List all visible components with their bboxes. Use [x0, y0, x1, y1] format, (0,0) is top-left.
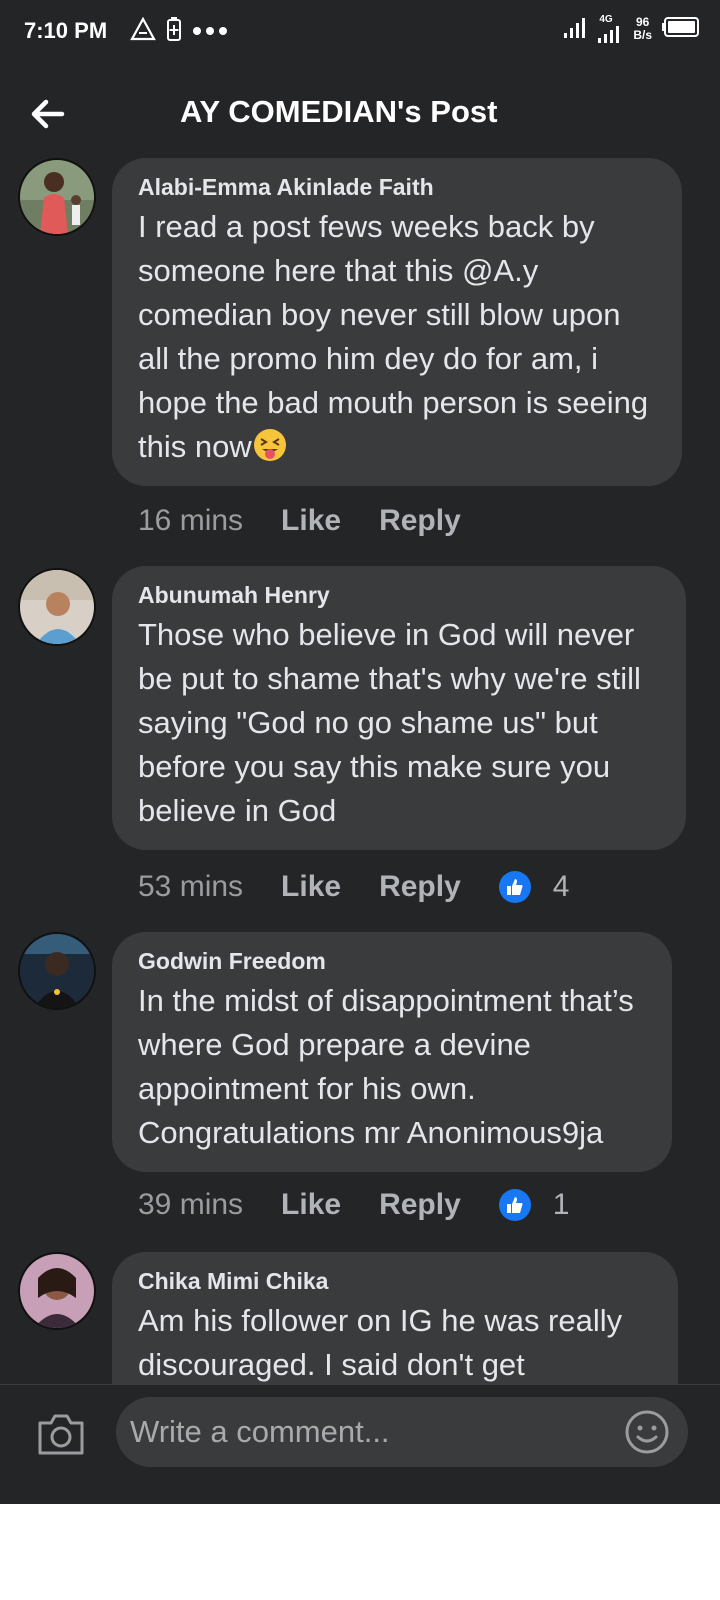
like-button[interactable]: Like [281, 1188, 341, 1222]
emoji-smiley-icon[interactable] [624, 1409, 670, 1455]
alert-triangle-icon [130, 16, 156, 46]
comment-meta: 53 mins Like Reply 4 [138, 870, 569, 904]
comment-author[interactable]: Abunumah Henry [138, 582, 660, 609]
comment-bubble[interactable]: Abunumah Henry Those who believe in God … [112, 566, 686, 850]
avatar[interactable] [18, 932, 96, 1010]
reply-button[interactable]: Reply [379, 870, 461, 904]
avatar[interactable] [18, 1252, 96, 1330]
back-arrow-icon[interactable] [26, 92, 70, 136]
comment-time[interactable]: 39 mins [138, 1188, 243, 1222]
avatar[interactable] [18, 568, 96, 646]
network-speed: 96 B/s [633, 15, 652, 42]
comment-composer: Write a comment... [0, 1384, 720, 1504]
app-header: AY COMEDIAN's Post [0, 64, 720, 164]
comment-bubble[interactable]: Alabi-Emma Akinlade Faith I read a post … [112, 158, 682, 486]
comment-author[interactable]: Godwin Freedom [138, 948, 646, 975]
screen: 7:10 PM 4G 96 B/s AY COMEDIAN's Post Ala… [0, 0, 720, 1504]
comment-author[interactable]: Chika Mimi Chika [138, 1268, 652, 1295]
comment-meta: 16 mins Like Reply [138, 504, 499, 538]
squinting-tongue-face-icon [252, 427, 288, 463]
comment-bubble[interactable]: Godwin Freedom In the midst of disappoin… [112, 932, 672, 1172]
battery-saver-icon [166, 16, 182, 47]
signal-4g-icon: 4G [597, 14, 623, 44]
comment-author[interactable]: Alabi-Emma Akinlade Faith [138, 174, 656, 201]
comment-text: Am his follower on IG he was really disc… [138, 1303, 623, 1382]
like-button[interactable]: Like [281, 504, 341, 538]
reply-button[interactable]: Reply [379, 504, 461, 538]
reaction-count[interactable]: 4 [553, 870, 570, 904]
comment-text: I read a post fews weeks back by someone… [138, 209, 649, 464]
page-title: AY COMEDIAN's Post [180, 94, 498, 129]
thumbs-up-icon[interactable] [498, 1189, 531, 1221]
comment-meta: 39 mins Like Reply 1 [138, 1188, 569, 1222]
reaction-count[interactable]: 1 [553, 1188, 570, 1222]
avatar[interactable] [18, 158, 96, 236]
comment-text: In the midst of disappointment that’s wh… [138, 983, 634, 1150]
comment-time[interactable]: 16 mins [138, 504, 243, 538]
battery-icon [662, 16, 700, 42]
comment-text: Those who believe in God will never be p… [138, 617, 641, 828]
comment-input[interactable]: Write a comment... [116, 1397, 688, 1467]
more-notifications-icon [192, 23, 228, 41]
status-bar: 7:10 PM 4G 96 B/s [0, 0, 720, 64]
status-time: 7:10 PM [24, 18, 108, 43]
signal-icon [563, 15, 587, 44]
comment-time[interactable]: 53 mins [138, 870, 243, 904]
like-button[interactable]: Like [281, 870, 341, 904]
thumbs-up-icon[interactable] [498, 871, 531, 903]
camera-icon[interactable] [36, 1411, 86, 1457]
reply-button[interactable]: Reply [379, 1188, 461, 1222]
comment-input-placeholder: Write a comment... [130, 1414, 390, 1449]
